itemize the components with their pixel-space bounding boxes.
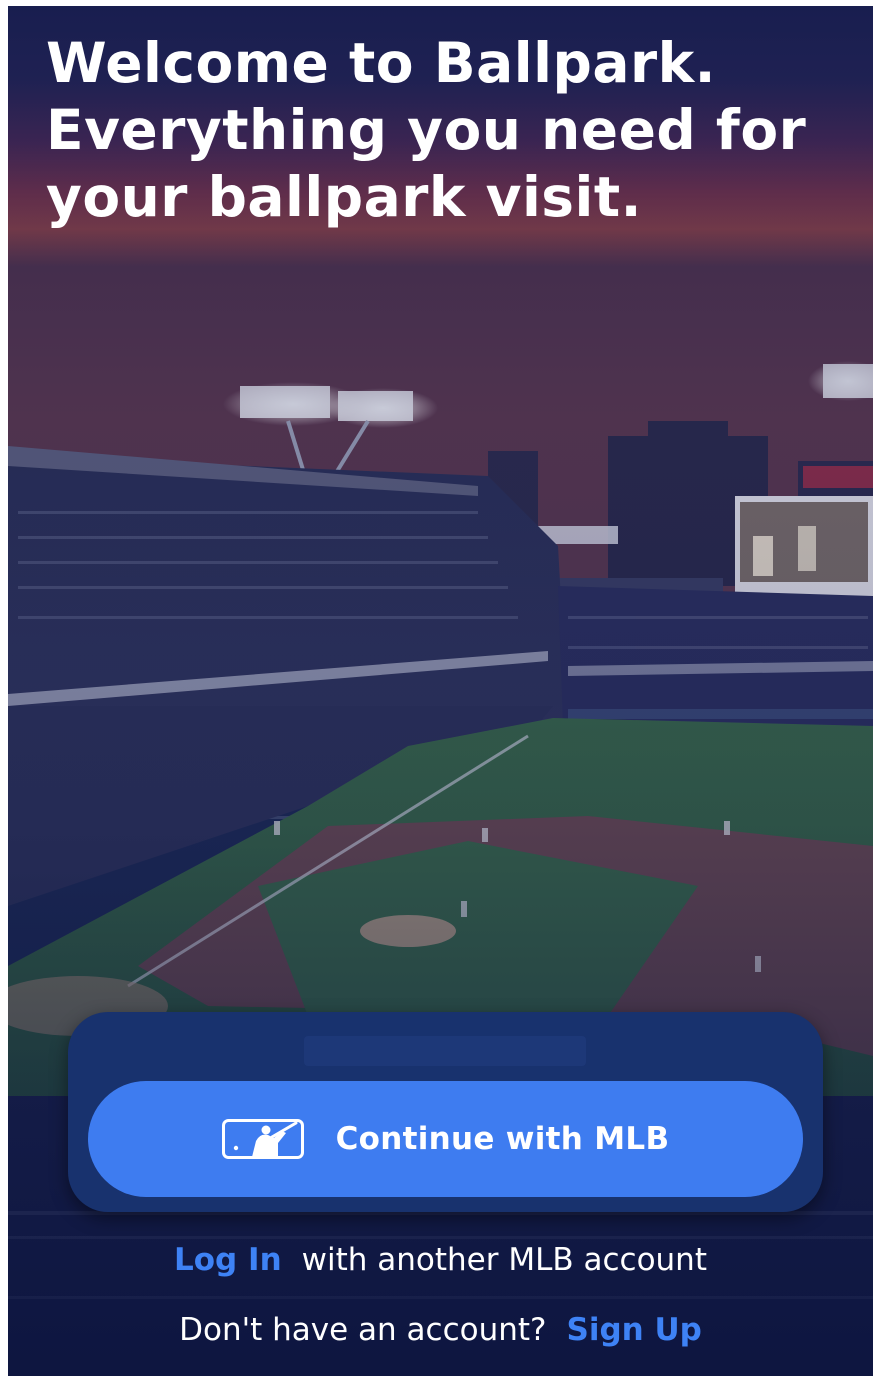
log-in-link[interactable]: Log In xyxy=(174,1242,282,1278)
card-placeholder-bar xyxy=(304,1036,586,1066)
sign-up-link[interactable]: Sign Up xyxy=(567,1312,702,1348)
headline-line-3: your ballpark visit. xyxy=(46,165,643,229)
login-row-text: with another MLB account xyxy=(301,1242,707,1278)
signup-row-text: Don't have an account? xyxy=(179,1312,547,1348)
welcome-headline: Welcome to Ballpark. Everything you need… xyxy=(46,30,846,231)
login-row: Log In with another MLB account xyxy=(8,1242,873,1278)
headline-line-1: Welcome to Ballpark. xyxy=(46,31,717,95)
headline-line-2: Everything you need for xyxy=(46,98,807,162)
mlb-logo-icon xyxy=(221,1119,304,1159)
signup-row: Don't have an account? Sign Up xyxy=(8,1312,873,1348)
continue-with-mlb-button[interactable]: Continue with MLB xyxy=(88,1081,803,1197)
sign-in-card: Continue with MLB xyxy=(68,1012,823,1212)
welcome-screen: Welcome to Ballpark. Everything you need… xyxy=(8,6,873,1376)
continue-with-mlb-label: Continue with MLB xyxy=(335,1121,670,1157)
